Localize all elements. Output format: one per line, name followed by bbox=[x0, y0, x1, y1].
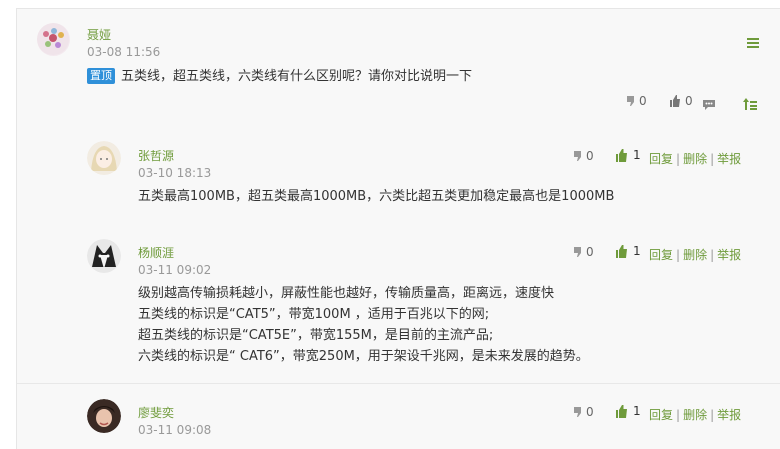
reply-text-line: 级别越高传输损耗越小，屏蔽性能也越好，传输质量高，距离远，速度快 bbox=[138, 286, 555, 301]
dislike-icon bbox=[627, 96, 634, 106]
dislike-icon bbox=[574, 151, 581, 161]
reply-time: 03-11 09:02 bbox=[138, 263, 212, 277]
reply-dislike-button[interactable]: 0 bbox=[572, 245, 594, 259]
post-like-count: 0 bbox=[685, 94, 693, 108]
reply-like-button[interactable]: 1 bbox=[615, 404, 641, 418]
reply-like-button[interactable]: 1 bbox=[615, 244, 641, 258]
reply-actions: 回复 | 删除 | 举报 bbox=[649, 248, 742, 262]
reply-button[interactable]: 回复 bbox=[649, 408, 673, 422]
report-button[interactable]: 举报 bbox=[717, 152, 741, 166]
comment-icon[interactable] bbox=[703, 95, 715, 114]
post-content: 置顶 五类线，超五类线，六类线有什么区别呢？请你对比说明一下 bbox=[87, 66, 472, 87]
avatar-image bbox=[87, 399, 121, 433]
like-icon bbox=[616, 404, 627, 418]
reply-dislike-count: 0 bbox=[586, 149, 594, 163]
reply-time: 03-10 18:13 bbox=[138, 166, 212, 180]
avatar-image bbox=[87, 239, 121, 273]
reply-text: 级别越高传输损耗越小，屏蔽性能也越好，传输质量高，距离远，速度快 五类线的标识是… bbox=[138, 283, 589, 367]
reply-dislike-button[interactable]: 0 bbox=[572, 405, 594, 419]
reply-actions: 回复 | 删除 | 举报 bbox=[649, 408, 742, 422]
reply-dislike-count: 0 bbox=[586, 245, 594, 259]
like-icon bbox=[616, 244, 627, 258]
reply-like-count: 1 bbox=[633, 404, 641, 418]
comment-thread: 聂娅 03-08 11:56 置顶 五类线，超五类线，六类线有什么区别呢？请你对比… bbox=[16, 8, 780, 449]
report-button[interactable]: 举报 bbox=[717, 248, 741, 262]
reply-author-name[interactable]: 廖斐奕 bbox=[138, 404, 174, 421]
reply-button[interactable]: 回复 bbox=[649, 248, 673, 262]
reply-text-line: 超五类线的标识是“CAT5E”，带宽155M，是目前的主流产品; bbox=[138, 328, 494, 343]
reply-avatar[interactable] bbox=[87, 239, 121, 273]
delete-button[interactable]: 删除 bbox=[683, 152, 707, 166]
reply-text-line: 五类线的标识是“CAT5”，带宽100M ，适用于百兆以下的网; bbox=[138, 307, 490, 322]
avatar-image bbox=[87, 141, 121, 175]
delete-button[interactable]: 删除 bbox=[683, 408, 707, 422]
reply-time: 03-11 09:08 bbox=[138, 423, 212, 437]
post-like-button[interactable]: 0 bbox=[669, 94, 693, 108]
like-icon bbox=[670, 95, 680, 107]
sort-icon[interactable] bbox=[743, 95, 757, 114]
post-time: 03-08 11:56 bbox=[87, 45, 161, 59]
dislike-icon bbox=[574, 247, 581, 257]
reply-author-name[interactable]: 张哲源 bbox=[138, 147, 174, 164]
avatar-image bbox=[37, 23, 69, 55]
report-button[interactable]: 举报 bbox=[717, 408, 741, 422]
like-icon bbox=[616, 148, 627, 162]
dislike-icon bbox=[574, 407, 581, 417]
delete-button[interactable]: 删除 bbox=[683, 248, 707, 262]
menu-icon[interactable] bbox=[747, 33, 759, 52]
post-dislike-button[interactable]: 0 bbox=[625, 94, 647, 108]
reply-author-name[interactable]: 杨顺涯 bbox=[138, 244, 174, 261]
reply-actions: 回复 | 删除 | 举报 bbox=[649, 152, 742, 166]
reply-like-count: 1 bbox=[633, 148, 641, 162]
reply-button[interactable]: 回复 bbox=[649, 152, 673, 166]
post-dislike-count: 0 bbox=[639, 94, 647, 108]
reply-like-button[interactable]: 1 bbox=[615, 148, 641, 162]
post-author-avatar[interactable] bbox=[37, 23, 70, 56]
reply-dislike-count: 0 bbox=[586, 405, 594, 419]
post-author-name[interactable]: 聂娅 bbox=[87, 26, 111, 43]
reply-text: 五类最高100MB，超五类最高1000MB，六类比超五类更加稳定最高也是1000… bbox=[138, 189, 615, 204]
reply-like-count: 1 bbox=[633, 244, 641, 258]
reply-text-line: 六类线的标识是“ CAT6”，带宽250M，用于架设千兆网，是未来发展的趋势。 bbox=[138, 349, 589, 364]
reply-avatar[interactable] bbox=[87, 399, 121, 433]
pinned-badge: 置顶 bbox=[87, 68, 115, 84]
divider bbox=[17, 383, 780, 384]
reply-dislike-button[interactable]: 0 bbox=[572, 149, 594, 163]
post-text: 五类线，超五类线，六类线有什么区别呢？请你对比说明一下 bbox=[121, 69, 473, 84]
reply-avatar[interactable] bbox=[87, 141, 121, 175]
